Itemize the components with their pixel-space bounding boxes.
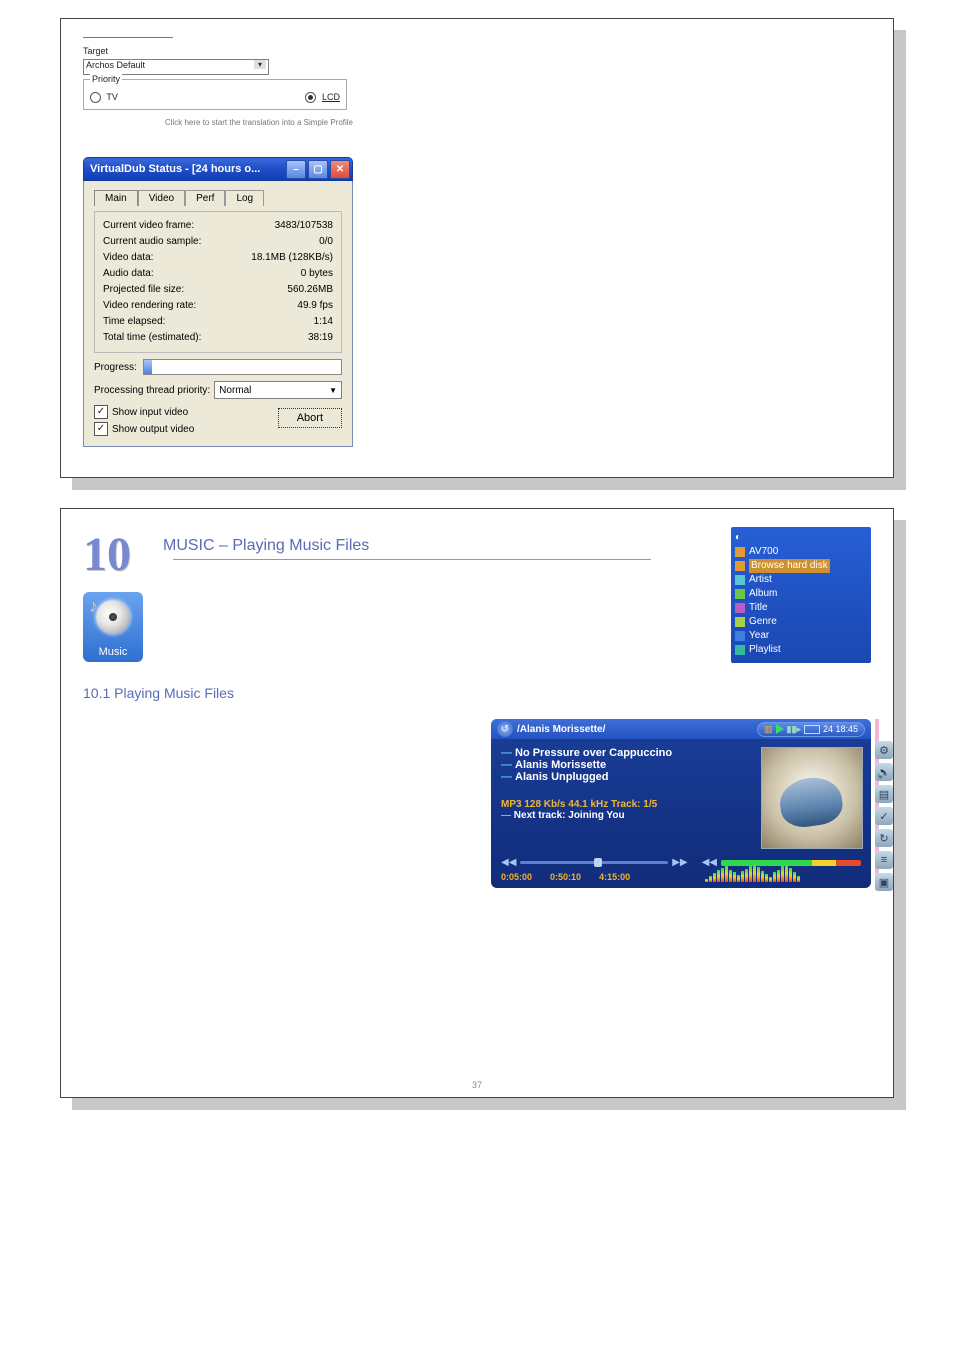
battery-icon [804, 725, 820, 734]
stats-panel: Current video frame:3483/107538 Current … [94, 211, 342, 353]
hint-text: Click here to start the translation into… [83, 118, 353, 127]
back-icon[interactable]: ↺ [497, 721, 513, 737]
subsection-title: 10.1 Playing Music Files [83, 685, 871, 701]
seek-prev-icon[interactable]: ◀◀ [501, 857, 516, 868]
status-pill: ▥ ▮▮▸ 24 18:45 [757, 722, 865, 737]
music-player: ↺ /Alanis Morissette/ ▥ ▮▮▸ 24 18:45 [491, 719, 871, 888]
spectrum-analyzer [705, 864, 835, 882]
arclib-item[interactable]: Playlist [735, 643, 865, 657]
next-track: Joining You [568, 810, 624, 821]
arclib-browse[interactable]: Browse hard disk [749, 559, 830, 573]
tab-perf[interactable]: Perf [185, 190, 225, 206]
side-icon-doc[interactable]: ▤ [875, 785, 893, 803]
radio-lcd[interactable]: LCD [305, 92, 340, 103]
chapter-title: MUSIC – Playing Music Files [163, 537, 711, 555]
globe-icon: ◐ [735, 532, 741, 543]
radio-tv[interactable]: TV [90, 92, 118, 103]
maximize-button[interactable]: ▢ [308, 160, 328, 179]
section-frame-music: 10 ♪ Music MUSIC – Playing Music Files ◐… [60, 508, 894, 1098]
side-icon-speaker[interactable]: 🔈 [875, 763, 893, 781]
body-text [83, 713, 471, 913]
play-icon [776, 724, 784, 734]
shuffle-icon: ▥ [764, 724, 773, 735]
music-app-icon: ♪ Music [83, 592, 143, 662]
tab-strip: Main Video Perf Log [94, 189, 342, 205]
pause-icon: ▮▮▸ [787, 724, 801, 735]
progress-label: Progress: [94, 362, 137, 373]
arclib-item[interactable]: Year [735, 629, 865, 643]
side-icon-check[interactable]: ✓ [875, 807, 893, 825]
arclib-item[interactable]: Album [735, 587, 865, 601]
time-elapsed: 0:05:00 [501, 872, 532, 882]
radio-icon [90, 92, 101, 103]
checkbox-icon: ✓ [94, 422, 108, 436]
track-title: No Pressure over Cappuccino [515, 747, 672, 759]
arclib-item[interactable]: Artist [735, 573, 865, 587]
abort-button[interactable]: Abort [278, 408, 342, 428]
side-icon-lock[interactable]: ▣ [875, 873, 893, 891]
chapter-heading-area: MUSIC – Playing Music Files [163, 527, 711, 555]
side-icon-list[interactable]: ≡ [875, 851, 893, 869]
arclib-item[interactable]: Genre [735, 615, 865, 629]
chevron-down-icon: ▼ [329, 386, 337, 395]
breadcrumb: /Alanis Morissette/ [517, 724, 605, 735]
side-icon-repeat[interactable]: ↻ [875, 829, 893, 847]
section-frame-top: Target Archos Default Priority TV LCD [60, 18, 894, 478]
chapter-number: 10 [83, 527, 131, 582]
arclib-item[interactable]: Title [735, 601, 865, 615]
time-total: 4:15:00 [599, 872, 630, 882]
side-icon-setup[interactable]: ⚙ [875, 741, 893, 759]
arclibrary-panel: ◐ AV700 Browse hard disk Artist Album Ti… [731, 527, 871, 663]
target-label: Target [83, 46, 353, 56]
minimize-button[interactable]: – [286, 160, 306, 179]
track-album: Alanis Unplugged [515, 771, 609, 783]
target-select[interactable]: Archos Default [83, 59, 269, 75]
title-bar: VirtualDub Status - [24 hours o... – ▢ ✕ [83, 157, 353, 181]
seek-next-icon[interactable]: ▶▶ [672, 857, 687, 868]
tab-video[interactable]: Video [138, 190, 185, 206]
seek-bar[interactable] [520, 861, 668, 864]
page-number: 37 [472, 1080, 482, 1090]
close-button[interactable]: ✕ [330, 160, 350, 179]
disc-icon [96, 600, 130, 634]
track-artist: Alanis Morissette [515, 759, 606, 771]
tab-log[interactable]: Log [225, 190, 264, 206]
priority-fieldset: Priority TV LCD [83, 79, 347, 110]
virtualdub-status-dialog: VirtualDub Status - [24 hours o... – ▢ ✕… [83, 157, 353, 447]
priority-select[interactable]: Normal ▼ [214, 381, 342, 399]
dialog-title: VirtualDub Status - [24 hours o... [90, 163, 286, 175]
progress-bar [143, 359, 342, 375]
priority-label: Processing thread priority: [94, 385, 210, 396]
tab-main[interactable]: Main [94, 190, 138, 206]
checkbox-icon: ✓ [94, 405, 108, 419]
priority-legend: Priority [90, 74, 122, 84]
target-panel: Target Archos Default Priority TV LCD [83, 37, 353, 127]
time-remaining: 0:50:10 [550, 872, 581, 882]
track-info: MP3 128 Kb/s 44.1 kHz Track: 1/5 [501, 799, 753, 810]
radio-icon [305, 92, 316, 103]
album-art [761, 747, 863, 849]
